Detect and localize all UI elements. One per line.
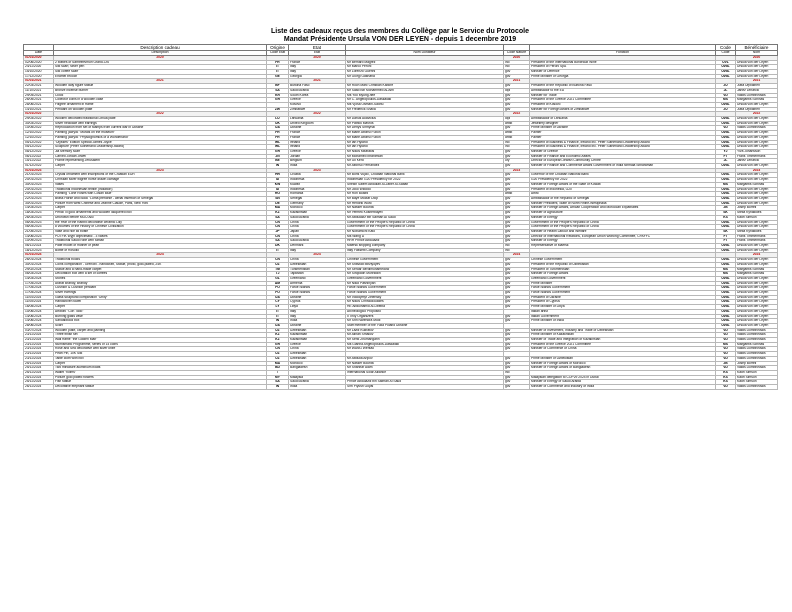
subheader-cell: Code Nature	[503, 50, 530, 56]
description-cell: Decorative elephant statue	[53, 384, 267, 390]
title-line-2: Mandat Présidente Ursula VON DER LEYEN -…	[283, 36, 517, 43]
document-title: Liste des cadeaux reçus des membres du C…	[23, 28, 777, 44]
gifts-table-body: Description cadeau Origine Etat Code Bén…	[23, 44, 778, 390]
gift-row: 26/11/2024 Decorative elephant statue IN In…	[23, 384, 778, 390]
donor-cell: Shri Piyush Goyal	[345, 384, 504, 390]
gifts-table: Description cadeau Origine Etat Code Bén…	[23, 44, 778, 390]
beneficiary-name-cell: Valdis Dombrovskis	[735, 384, 778, 390]
gift-register-sheet: Liste des cadeaux reçus des membres du C…	[23, 28, 778, 390]
state-cell: India	[288, 384, 346, 390]
origin-code-cell: IN	[266, 384, 289, 390]
nature-code-cell: gov	[503, 384, 530, 390]
date-cell: 26/11/2024	[23, 384, 54, 390]
function-cell: Minister of Commerce and Industry of Ind…	[529, 384, 716, 390]
beneficiary-code-cell: VD	[715, 384, 736, 390]
title-line-1: Liste des cadeaux reçus des membres du C…	[271, 28, 529, 35]
